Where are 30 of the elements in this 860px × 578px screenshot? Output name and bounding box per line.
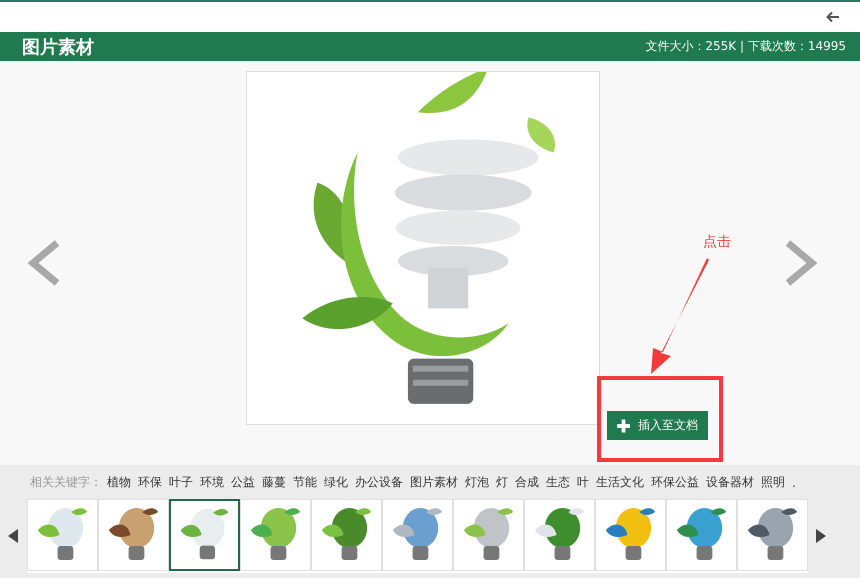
keyword-link[interactable]: 图片素材	[410, 474, 458, 491]
keyword-link[interactable]: 节能	[293, 474, 317, 491]
keyword-link[interactable]: 办公设备	[355, 474, 403, 491]
keyword-link[interactable]: 灯泡	[465, 474, 489, 491]
keyword-link[interactable]: 叶子	[169, 474, 193, 491]
keyword-link[interactable]: 藤蔓	[262, 474, 286, 491]
keyword-link[interactable]: 环境	[200, 474, 224, 491]
keyword-link[interactable]: 合成	[515, 474, 539, 491]
keywords-label: 相关关键字：	[30, 474, 102, 491]
keyword-link[interactable]: 环保	[138, 474, 162, 491]
scroll-right-icon[interactable]	[816, 529, 826, 543]
keyword-link[interactable]: 叶	[577, 474, 589, 491]
annotation-label: 点击	[703, 233, 731, 251]
keyword-link[interactable]: 生活文化	[596, 474, 644, 491]
page-title: 图片素材	[22, 36, 94, 58]
keyword-link[interactable]: 公益	[231, 474, 255, 491]
file-info: 文件大小：255K | 下载次数：14995	[645, 38, 846, 55]
back-arrow-icon[interactable]	[826, 11, 840, 23]
keyword-link[interactable]: 生态	[546, 474, 570, 491]
keyword-link[interactable]: 植物	[107, 474, 131, 491]
keyword-link[interactable]: 设备器材	[706, 474, 754, 491]
plus-icon	[617, 418, 630, 432]
keyword-link[interactable]: .	[792, 476, 796, 490]
keyword-link[interactable]: 灯	[496, 474, 508, 491]
keyword-link[interactable]: 绿化	[324, 474, 348, 491]
scroll-left-icon[interactable]	[8, 529, 18, 543]
keyword-link[interactable]: 照明	[761, 474, 785, 491]
keyword-link[interactable]: 环保公益	[651, 474, 699, 491]
insert-button[interactable]: 插入至文档	[607, 411, 708, 440]
thumbnail[interactable]	[169, 499, 240, 571]
